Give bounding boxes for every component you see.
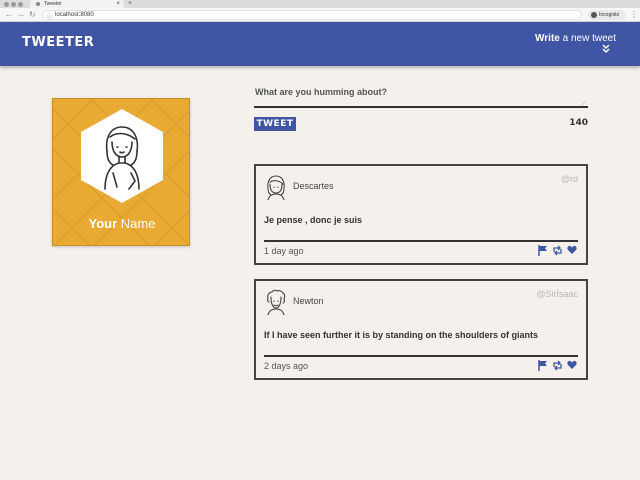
- window-close-dot[interactable]: [4, 2, 9, 7]
- browser-tab[interactable]: Tweeter ×: [30, 0, 124, 8]
- tweet-card: Newton @SirIsaac If I have seen further …: [254, 279, 588, 380]
- brand-logo: TWEETER: [22, 35, 95, 50]
- compose-label-bold: Write: [535, 33, 560, 44]
- incognito-icon: [591, 12, 597, 18]
- arrow-right-icon[interactable]: →: [17, 9, 25, 21]
- profile-last-name: Name: [117, 216, 156, 231]
- url-text[interactable]: localhost:8080: [55, 11, 94, 20]
- tweet-author[interactable]: Newton: [293, 296, 324, 306]
- profile-name: Your Name: [53, 216, 189, 231]
- heart-icon[interactable]: [567, 360, 577, 370]
- browser-menu-icon[interactable]: ⋮: [630, 9, 638, 21]
- tweet-actions: [538, 245, 578, 257]
- tweet-actions: [538, 360, 578, 372]
- avatar: [81, 109, 163, 203]
- browser-toolbar: ← → ↻ ⓘ localhost:8080 Incognito ⋮: [0, 8, 640, 22]
- tweet-divider: [264, 355, 578, 357]
- tweet-text: If I have seen further it is by standing…: [264, 330, 539, 340]
- compose-toggle-button[interactable]: Write a new tweet: [535, 33, 616, 44]
- address-bar[interactable]: ⓘ localhost:8080: [42, 10, 582, 20]
- arrow-left-icon[interactable]: ←: [5, 9, 13, 21]
- window-zoom-dot[interactable]: [18, 2, 23, 7]
- flag-icon[interactable]: [538, 245, 548, 256]
- retweet-icon[interactable]: [552, 360, 563, 371]
- tweet-timestamp: 2 days ago: [264, 361, 309, 371]
- girl-avatar-icon: [267, 175, 285, 200]
- tweet-handle[interactable]: @SirIsaac: [536, 289, 578, 299]
- tweet-button[interactable]: TWEET: [254, 117, 296, 131]
- window-minimize-dot[interactable]: [11, 2, 16, 7]
- tweet-handle[interactable]: @rd: [561, 174, 578, 184]
- tweet-textarea[interactable]: [254, 106, 588, 108]
- tweet-text: Je pense , donc je suis: [264, 215, 363, 225]
- browser-tabstrip: Tweeter × +: [0, 0, 640, 8]
- profile-card: Your Name: [52, 98, 190, 246]
- reload-icon[interactable]: ↻: [29, 9, 36, 21]
- char-counter: 140: [569, 118, 588, 128]
- compose-label-rest: a new tweet: [559, 33, 616, 44]
- tab-close-icon[interactable]: ×: [116, 0, 120, 8]
- tweet-divider: [264, 240, 578, 242]
- navbar: TWEETER Write a new tweet: [0, 22, 640, 66]
- new-tab-button[interactable]: +: [128, 0, 132, 8]
- retweet-icon[interactable]: [552, 245, 563, 256]
- tab-title: Tweeter: [44, 1, 62, 7]
- double-chevron-down-icon[interactable]: [602, 44, 610, 55]
- resize-handle-icon[interactable]: ⟋: [582, 101, 586, 107]
- flag-icon[interactable]: [538, 360, 548, 371]
- tweet-author[interactable]: Descartes: [293, 181, 334, 191]
- profile-first-name: Your: [88, 216, 118, 231]
- curly-hair-avatar-icon: [267, 289, 286, 315]
- incognito-label: Incognito: [599, 12, 620, 18]
- info-icon[interactable]: ⓘ: [47, 13, 52, 20]
- incognito-badge[interactable]: Incognito: [588, 10, 626, 20]
- tweet-card: Descartes @rd Je pense , donc je suis 1 …: [254, 164, 588, 265]
- tweet-prompt-label: What are you humming about?: [255, 87, 387, 97]
- heart-icon[interactable]: [567, 245, 577, 255]
- favicon-icon: [36, 2, 40, 6]
- tweet-timestamp: 1 day ago: [264, 246, 304, 256]
